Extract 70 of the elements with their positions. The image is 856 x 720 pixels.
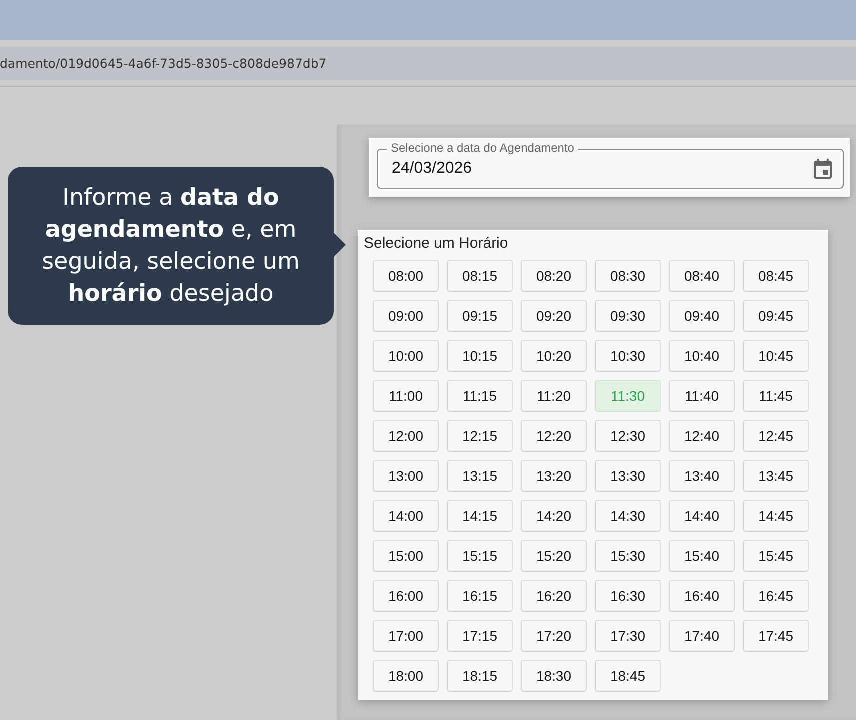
time-slot-button[interactable]: 15:45: [743, 540, 809, 572]
time-slot-button[interactable]: 18:00: [373, 660, 439, 692]
time-slot-button[interactable]: 14:45: [743, 500, 809, 532]
time-slot-button[interactable]: 13:30: [595, 460, 661, 492]
time-slot-button[interactable]: 15:20: [521, 540, 587, 572]
time-slot-button[interactable]: 17:20: [521, 620, 587, 652]
time-slot-button[interactable]: 09:30: [595, 300, 661, 332]
time-slot-button[interactable]: 16:30: [595, 580, 661, 612]
time-slot-button[interactable]: 18:45: [595, 660, 661, 692]
time-slot-button[interactable]: 11:15: [447, 380, 513, 412]
time-slot-button[interactable]: 09:15: [447, 300, 513, 332]
time-slot-button[interactable]: 08:30: [595, 260, 661, 292]
time-slot-button[interactable]: 08:45: [743, 260, 809, 292]
time-slot-button[interactable]: 11:20: [521, 380, 587, 412]
time-slot-button[interactable]: 10:00: [373, 340, 439, 372]
time-slot-button[interactable]: 17:30: [595, 620, 661, 652]
date-value: 24/03/2026: [392, 160, 474, 178]
time-slot-button[interactable]: 09:40: [669, 300, 735, 332]
field-label: Selecione a data do Agendamento: [387, 141, 578, 156]
time-slot-button[interactable]: 16:15: [447, 580, 513, 612]
time-slot-button[interactable]: 14:20: [521, 500, 587, 532]
time-slot-button[interactable]: 18:30: [521, 660, 587, 692]
time-slot-button[interactable]: 16:45: [743, 580, 809, 612]
time-slot-button[interactable]: 12:15: [447, 420, 513, 452]
time-slot-button[interactable]: 12:45: [743, 420, 809, 452]
time-slot-button[interactable]: 08:00: [373, 260, 439, 292]
time-slot-button[interactable]: 14:15: [447, 500, 513, 532]
time-slot-button[interactable]: 08:15: [447, 260, 513, 292]
time-slot-button[interactable]: 12:20: [521, 420, 587, 452]
time-slot-button[interactable]: 17:40: [669, 620, 735, 652]
time-slot-button[interactable]: 11:45: [743, 380, 809, 412]
time-slot-button[interactable]: 15:15: [447, 540, 513, 572]
time-slot-button[interactable]: 11:40: [669, 380, 735, 412]
time-slot-button[interactable]: 12:40: [669, 420, 735, 452]
time-slot-button[interactable]: 10:40: [669, 340, 735, 372]
time-slot-button[interactable]: 13:20: [521, 460, 587, 492]
time-slot-button[interactable]: 16:20: [521, 580, 587, 612]
time-slot-button[interactable]: 10:20: [521, 340, 587, 372]
time-slot-button[interactable]: 13:45: [743, 460, 809, 492]
time-slot-button[interactable]: 10:45: [743, 340, 809, 372]
time-slot-button[interactable]: 14:00: [373, 500, 439, 532]
time-slot-button[interactable]: 10:30: [595, 340, 661, 372]
time-slot-button[interactable]: 13:00: [373, 460, 439, 492]
time-slot-button[interactable]: 14:40: [669, 500, 735, 532]
calendar-icon[interactable]: [811, 157, 835, 181]
time-slot-button[interactable]: 12:00: [373, 420, 439, 452]
time-slot-button[interactable]: 17:15: [447, 620, 513, 652]
time-slot-button[interactable]: 12:30: [595, 420, 661, 452]
time-slot-button[interactable]: 17:00: [373, 620, 439, 652]
time-slot-button[interactable]: 09:20: [521, 300, 587, 332]
tooltip-text: Informe a data do agendamento e, em seguida, selecione um horário desejado: [41, 184, 301, 309]
time-slot-button[interactable]: 15:30: [595, 540, 661, 572]
time-slot-button[interactable]: 11:00: [373, 380, 439, 412]
address-bar[interactable]: damento/019d0645-4a6f-73d5-8305-c808de987db7: [0, 47, 856, 80]
time-slot-button[interactable]: 08:40: [669, 260, 735, 292]
time-slot-button[interactable]: 13:40: [669, 460, 735, 492]
time-slot-button[interactable]: 18:15: [447, 660, 513, 692]
time-slot-button[interactable]: 16:40: [669, 580, 735, 612]
time-slot-button[interactable]: 15:40: [669, 540, 735, 572]
time-slot-button[interactable]: 13:15: [447, 460, 513, 492]
time-slot-button[interactable]: 10:15: [447, 340, 513, 372]
time-slot-button[interactable]: 09:45: [743, 300, 809, 332]
section-title: Selecione um Horário: [364, 235, 510, 252]
time-slot-button[interactable]: 08:20: [521, 260, 587, 292]
time-slot-button[interactable]: 15:00: [373, 540, 439, 572]
time-slot-button[interactable]: 17:45: [743, 620, 809, 652]
time-slot-button[interactable]: 09:00: [373, 300, 439, 332]
time-slot-button[interactable]: 14:30: [595, 500, 661, 532]
url-text: damento/019d0645-4a6f-73d5-8305-c808de987db7: [0, 56, 327, 71]
time-slot-button[interactable]: 16:00: [373, 580, 439, 612]
